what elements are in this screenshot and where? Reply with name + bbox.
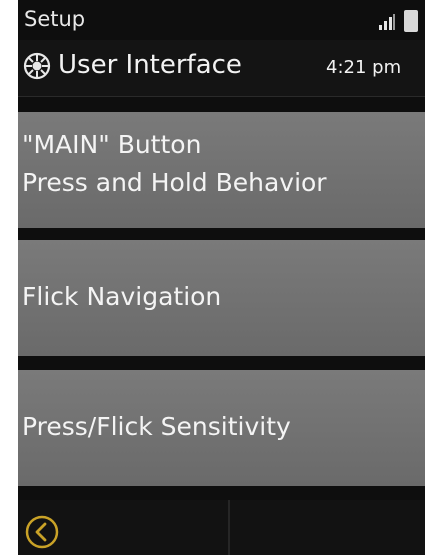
battery-icon	[404, 10, 418, 32]
back-chevron-icon[interactable]	[24, 514, 60, 550]
menu-item-label: Press and Hold Behavior	[22, 168, 327, 197]
menu-item-press-flick-sensitivity[interactable]: Press/Flick Sensitivity	[18, 370, 425, 486]
header-bar: User Interface 4:21 pm	[18, 40, 425, 97]
status-bar: Setup	[18, 0, 425, 40]
page-title: User Interface	[58, 50, 242, 80]
device-screen: Setup User Interface 4:21 pm "MAIN" Butt…	[18, 0, 425, 555]
menu-item-main-button[interactable]: "MAIN" Button Press and Hold Behavior	[18, 112, 425, 228]
signal-strength-icon	[379, 14, 395, 30]
app-title: Setup	[24, 7, 86, 31]
footer-bar	[18, 500, 425, 555]
gear-globe-icon	[23, 52, 51, 80]
menu-item-label: "MAIN" Button	[22, 130, 202, 159]
clock: 4:21 pm	[326, 57, 402, 78]
footer-divider	[228, 500, 230, 555]
menu-item-flick-navigation[interactable]: Flick Navigation	[18, 240, 425, 356]
menu-item-label: Flick Navigation	[22, 282, 222, 311]
menu-item-label: Press/Flick Sensitivity	[22, 412, 291, 441]
